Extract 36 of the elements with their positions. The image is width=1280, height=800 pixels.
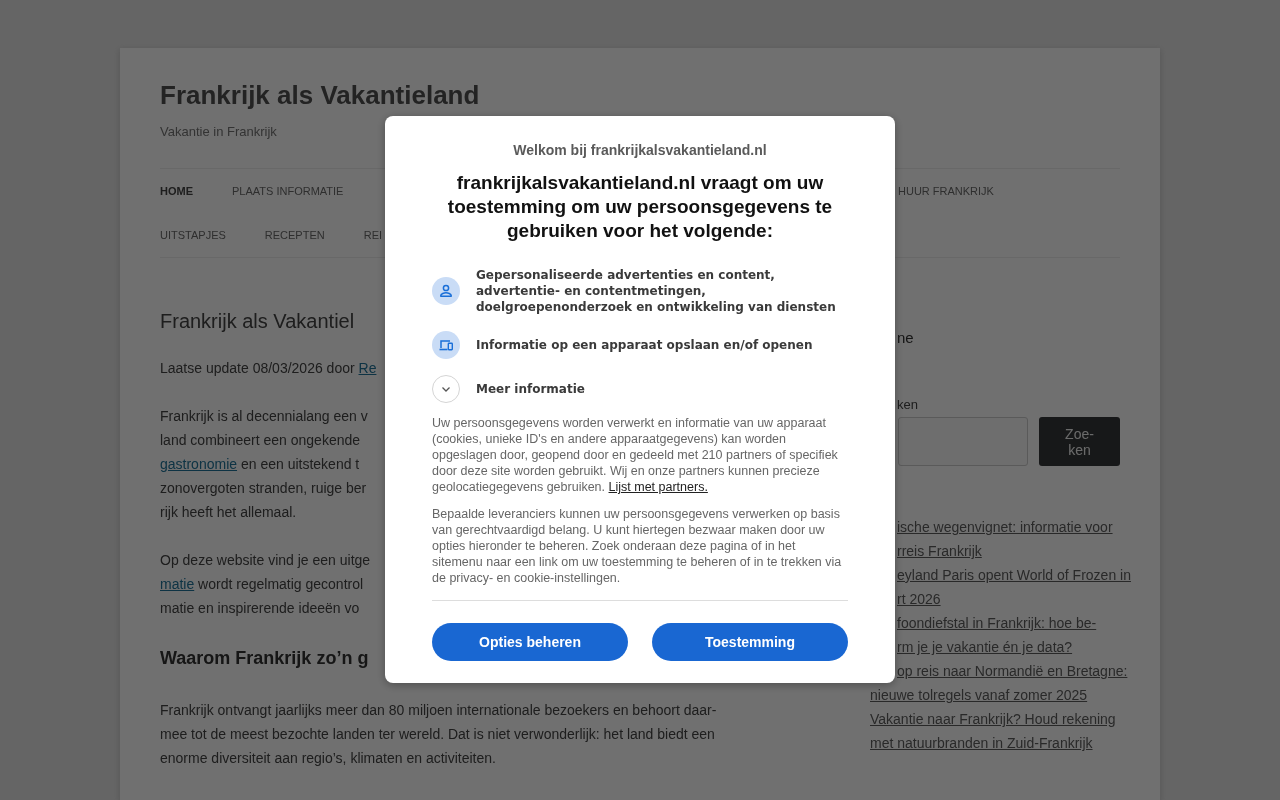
dialog-heading: frankrijkalsvakantieland.nl vraagt om uw toestemming om uw persoonsgegevens te gebruiken voor het volgende: — [446, 171, 834, 243]
article-paragraph: Frankrijk is al decennialang een v land combineert een ongekende gastronomie en een uitstekend t zonovergoten stranden, ruige ber rijk heeft het allemaal. — [160, 407, 368, 522]
search-label: ken — [897, 396, 918, 414]
manage-options-button[interactable]: Opties beheren — [432, 623, 628, 661]
search-button[interactable]: Zoe- ken — [1039, 417, 1120, 466]
post-link[interactable]: nieuwe tolregels vanaf zomer 2025 — [870, 683, 1088, 707]
person-icon — [432, 277, 460, 305]
more-info-toggle[interactable]: Meer informatie — [432, 375, 585, 403]
search-field[interactable] — [898, 417, 1028, 466]
menu-link[interactable]: HOME — [160, 183, 193, 199]
article-paragraph: Op deze website vind je een uitge matie wordt regelmatig gecontrol matie en inspirerende ideeën vo — [160, 551, 371, 618]
post-byline: Laatse update 08/03/2026 door Re — [160, 359, 377, 378]
consent-text: Bepaalde leveranciers kunnen uw persoonsgegevens verwerken op basis van gerechtvaardigd belang. U kunt hiertegen bezwaar maken door uw opties hieronder te beheren. Zoek onderaan deze pagina of in het sitemenu naar een link om uw toestemming te beheren of in te trekken via de privacy- en cookie-instellingen. — [432, 506, 843, 586]
purpose-text: Informatie op een apparaat opslaan en/of openen — [476, 337, 813, 353]
devices-icon — [432, 331, 460, 359]
consent-text: Uw persoonsgegevens worden verwerkt en informatie van uw apparaat (cookies, unieke ID's en andere apparaatgegevens) kan worden opgeslagen door, geopend door en gedeeld met 210 partners of specifiek door deze site worden gebruikt. Wij en onze partners kunnen precieze geolocatiegegevens gebruiken. Lijst met partners. — [432, 415, 839, 495]
dialog-welcome: Welkom bij frankrijkalsvakantieland.nl — [512, 141, 768, 160]
menu-link[interactable]: RECEPTEN — [264, 227, 325, 243]
purpose-text: Gepersonaliseerde advertenties en content, advertentie- en contentmetingen, doelgroepenonderzoek en ontwikkeling van diensten — [476, 267, 837, 315]
menu-link[interactable]: UITSTAPJES — [160, 227, 226, 243]
menu-link[interactable]: HUUR FRANKRIJK — [898, 183, 994, 199]
article-title: Frankrijk als Vakantiel — [160, 309, 355, 334]
article-paragraph: Frankrijk ontvangt jaarlijks meer dan 80 miljoen internationale bezoekers en behoort daar- mee tot de meest bezochte landen ter wereld. Dat is niet verwonderlijk: het land biedt een enorme diversiteit aan regio’s, klimaten en activiteiten. — [160, 701, 717, 768]
site-title: Frankrijk als Vakantieland — [160, 79, 480, 112]
menu-link[interactable]: REI — [363, 227, 383, 243]
widget-title: ne — [897, 328, 914, 348]
post-link[interactable]: op reis naar Normandië en Bretagne: — [897, 659, 1128, 683]
text-link[interactable]: matie — [160, 576, 195, 592]
author-link[interactable]: Re — [358, 360, 377, 376]
text-link[interactable]: gastronomie — [160, 456, 238, 472]
post-link[interactable]: Vakantie naar Frankrijk? Houd rekening met natuurbranden in Zuid-Frankrijk — [870, 707, 1116, 755]
partners-link[interactable]: Lijst met partners. — [608, 480, 708, 494]
menu-link[interactable]: PLAATS INFORMATIE — [232, 183, 344, 199]
post-link[interactable]: foondiefstal in Frankrijk: hoe be- rm je je vakantie én je data? — [897, 611, 1097, 659]
consent-button[interactable]: Toestemming — [652, 623, 848, 661]
section-heading: Waarom Frankrijk zo’n g — [160, 647, 369, 670]
